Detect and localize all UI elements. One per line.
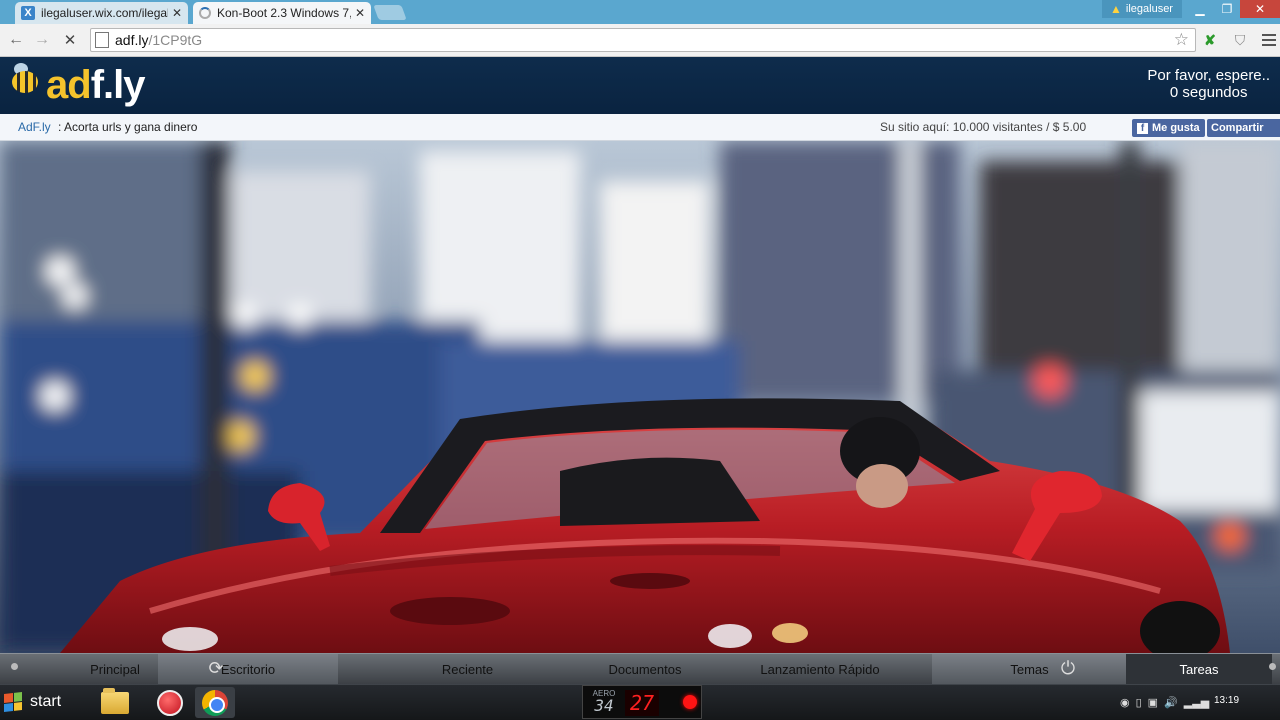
car-scene-image [0,141,1280,653]
tray-arrow-icon[interactable]: ◉ [1120,696,1130,709]
start-label: start [30,693,62,710]
record-icon [157,689,183,716]
like-label: Me gusta [1152,122,1200,134]
share-button[interactable]: Compartir [1207,119,1280,137]
launcher-tareas[interactable]: Tareas [1126,654,1272,685]
bee-logo-icon [8,63,40,93]
system-tray: ◉ ▯ ▣ 🔊 ▂▃▅ [1120,691,1209,713]
maximize-button[interactable]: ❐ [1214,0,1240,18]
extension-shield-icon[interactable]: ⛉ [1230,30,1250,50]
new-tab-button[interactable] [373,5,407,20]
launcher-right-pin-icon [1269,663,1276,670]
browser-toolbar: ← → ✕ adf.ly/1CP9tG ☆ ✘ ⛉ [0,24,1280,57]
launcher-label: Temas [1010,662,1049,677]
adfly-subbar: AdF.ly : Acorta urls y gana dinero Su si… [0,114,1280,141]
launcher-label: Escritorio [220,662,276,677]
launcher-label: Lanzamiento Rápido [760,662,880,677]
logo-fly: f.ly [90,63,146,107]
bookmark-star-icon[interactable]: ☆ [1174,30,1189,50]
launcher-label: Tareas [1179,662,1219,677]
adfly-header: adf.ly Por favor, espere.. 0 segundos [0,57,1280,114]
url-path: /1CP9tG [148,32,203,48]
tab-ilegaluser[interactable]: X ilegaluser.wix.com/ilegalu ✕ [15,2,188,24]
address-bar[interactable]: adf.ly/1CP9tG ☆ [90,28,1196,52]
x-icon: X [21,6,35,20]
windows-logo-icon [4,692,22,712]
warning-icon: ▲ [1110,2,1122,16]
close-tab-icon[interactable]: ✕ [355,6,365,20]
launcher-left-pin-icon [11,663,18,670]
chrome-menu-icon[interactable] [1262,30,1276,50]
taskbar-chrome[interactable] [195,687,235,718]
wait-message: Por favor, espere.. [1147,67,1270,84]
facebook-like-button[interactable]: f Me gusta [1132,119,1205,137]
profile-name: ilegaluser [1125,3,1173,15]
chrome-icon [202,689,228,716]
advertisement-video[interactable] [0,141,1280,653]
tray-volume-icon[interactable]: 🔊 [1164,696,1178,709]
start-button[interactable]: start [4,688,86,716]
facebook-icon: f [1137,122,1148,134]
launcher-label: Reciente [441,662,494,677]
tray-signal-icon[interactable]: ▂▃▅ [1184,696,1209,709]
launcher-lanzamiento-rapido[interactable]: Lanzamiento Rápido [740,654,900,685]
aero-meter-widget: AERO 34 27 [582,685,702,719]
logo-ad: ad [46,63,92,107]
loading-icon [199,7,211,19]
folder-icon [101,687,129,714]
adfly-tagline: : Acorta urls y gana dinero [58,120,198,134]
aero-meter-right: 27 [625,690,659,716]
launcher-reciente[interactable]: Reciente [400,654,535,685]
adfly-logo[interactable]: adf.ly [46,63,146,108]
tab-title: Kon-Boot 2.3 Windows 7,8 [217,6,351,20]
url-host: adf.ly [115,32,149,48]
wait-seconds: 0 segundos [1169,84,1248,101]
stop-loading-button[interactable]: ✕ [59,29,81,51]
launcher-temas[interactable]: Temas [932,654,1127,685]
launcher-principal[interactable]: Principal [70,654,160,685]
close-window-button[interactable]: ✕ [1240,0,1280,18]
launcher-label: Principal [90,662,140,677]
advertise-link[interactable]: Su sitio aquí: 10.000 visitantes / $ 5.0… [880,120,1086,134]
taskbar: start AERO 34 27 ◉ ▯ ▣ 🔊 ▂▃▅ 13:19 [0,684,1280,720]
page-icon [95,32,109,48]
launcher-documentos[interactable]: Documentos [575,654,715,685]
close-tab-icon[interactable]: ✕ [172,6,182,20]
forward-button[interactable]: → [31,29,53,51]
tray-network-icon[interactable]: ▣ [1148,696,1158,709]
taskbar-explorer[interactable] [95,687,135,718]
taskbar-recorder[interactable] [150,687,190,718]
power-icon[interactable]: ⏻ [1057,657,1079,679]
tray-device-icon[interactable]: ▯ [1136,696,1142,709]
tab-kon-boot[interactable]: Kon-Boot 2.3 Windows 7,8 ✕ [193,2,371,24]
launcher-label: Documentos [608,662,682,677]
profile-button[interactable]: ▲ ilegaluser [1102,0,1182,18]
desktop-icon: ⟳ [208,657,224,678]
share-label: Compartir [1211,122,1264,134]
back-button[interactable]: ← [5,29,27,51]
clock[interactable]: 13:19 [1214,695,1239,706]
tab-title: ilegaluser.wix.com/ilegalu [41,6,168,20]
countdown: Por favor, espere.. 0 segundos [1147,67,1270,101]
adfly-brand-link[interactable]: AdF.ly [18,120,51,134]
aero-left-value: 34 [594,696,614,715]
aero-meter-left: AERO 34 [587,689,621,715]
extension-download-icon[interactable]: ✘ [1200,30,1220,50]
minimize-button[interactable]: ▁ [1186,0,1214,18]
launcher-bar: Principal Escritorio ⟳ Reciente Document… [0,653,1280,685]
record-indicator-icon [683,695,697,709]
tab-strip: X ilegaluser.wix.com/ilegalu ✕ Kon-Boot … [0,0,1280,24]
launcher-escritorio[interactable]: Escritorio [158,654,338,685]
